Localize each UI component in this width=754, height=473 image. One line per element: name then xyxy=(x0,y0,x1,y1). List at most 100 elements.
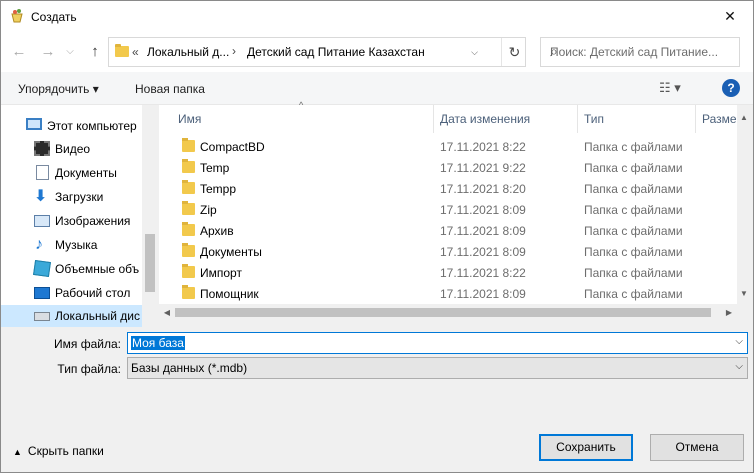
sidebar-item-downloads[interactable]: ⬇ Загрузки xyxy=(1,186,142,208)
view-options-button[interactable]: ☷ ▾ xyxy=(659,80,681,96)
file-row[interactable]: Импорт 17.11.2021 8:22 Папка с файлами xyxy=(159,262,737,283)
navigation-bar: ← → ⌵ ↑ « Локальный д... › Детский сад П… xyxy=(1,32,753,72)
scrollbar-corner xyxy=(737,304,753,321)
sidebar-item-label: Изображения xyxy=(55,214,131,228)
file-type: Папка с файлами xyxy=(584,266,683,280)
sidebar-item-this-pc[interactable]: Этот компьютер xyxy=(1,115,142,137)
cancel-button[interactable]: Отмена xyxy=(650,434,744,461)
sidebar-item-label: Музыка xyxy=(55,238,98,252)
address-bar[interactable]: « Локальный д... › Детский сад Питание К… xyxy=(108,37,526,67)
title-bar: Создать ✕ xyxy=(1,1,753,32)
chevron-up-icon: ▲ xyxy=(13,447,22,457)
forward-button[interactable]: → xyxy=(37,40,59,64)
sort-ascending-icon: ^ xyxy=(299,100,304,110)
file-date: 17.11.2021 8:20 xyxy=(440,182,526,196)
file-date: 17.11.2021 9:22 xyxy=(440,161,526,175)
column-header-type[interactable]: Тип xyxy=(578,105,696,133)
back-button[interactable]: ← xyxy=(8,40,30,64)
sidebar-item-label: Локальный дис xyxy=(55,309,140,323)
hide-folders-button[interactable]: ▲ Скрыть папки xyxy=(13,444,104,458)
file-type: Папка с файлами xyxy=(584,287,683,301)
folder-icon xyxy=(115,44,129,57)
file-row[interactable]: Помощник 17.11.2021 8:09 Папка с файлами xyxy=(159,283,737,304)
file-date: 17.11.2021 8:22 xyxy=(440,266,526,280)
file-date: 17.11.2021 8:09 xyxy=(440,224,526,238)
sidebar-item-label: Загрузки xyxy=(55,190,104,204)
file-type: Папка с файлами xyxy=(584,245,683,259)
sidebar-item-desktop[interactable]: Рабочий стол xyxy=(1,282,142,304)
organize-button[interactable]: Упорядочить ▾ xyxy=(18,82,99,96)
up-button[interactable]: ↑ xyxy=(84,40,106,64)
file-name: Tempp xyxy=(200,182,237,196)
file-row[interactable]: Архив 17.11.2021 8:09 Папка с файлами xyxy=(159,220,737,241)
scroll-down-icon[interactable]: ▼ xyxy=(740,289,748,298)
sidebar-scrollbar-thumb[interactable] xyxy=(145,234,155,292)
video-icon xyxy=(34,141,50,156)
sidebar-item-documents[interactable]: Документы xyxy=(1,162,142,184)
command-bar: Упорядочить ▾ Новая папка ☷ ▾ ? xyxy=(1,72,753,105)
sidebar-item-label: Документы xyxy=(55,166,117,180)
file-date: 17.11.2021 8:09 xyxy=(440,245,526,259)
file-type: Папка с файлами xyxy=(584,161,683,175)
desktop-icon xyxy=(34,287,50,299)
file-name: Помощник xyxy=(200,287,259,301)
file-row[interactable]: CompactBD 17.11.2021 8:22 Папка с файлами xyxy=(159,136,737,157)
refresh-button[interactable]: ↻ xyxy=(501,38,527,66)
computer-icon xyxy=(26,118,42,130)
sidebar-item-3d-objects[interactable]: Объемные объ xyxy=(1,258,142,280)
column-header-date[interactable]: Дата изменения xyxy=(434,105,578,133)
scroll-left-icon[interactable]: ◀ xyxy=(159,304,175,321)
sidebar-scrollbar[interactable] xyxy=(142,105,158,321)
filename-input[interactable]: Моя база ⌵ xyxy=(127,332,748,354)
help-icon[interactable]: ? xyxy=(722,79,740,97)
breadcrumb-separator: › xyxy=(232,44,236,58)
file-date: 17.11.2021 8:09 xyxy=(440,203,526,217)
filetype-label: Тип файла: xyxy=(57,362,121,376)
file-list-pane: Имя ^ Дата изменения Тип Разме CompactBD… xyxy=(159,100,753,321)
file-list-horizontal-scrollbar[interactable]: ◀ ▶ xyxy=(159,304,737,321)
folder-icon xyxy=(182,243,195,257)
chevron-down-icon[interactable]: ⌵ xyxy=(735,336,743,347)
folder-icon xyxy=(182,180,195,194)
breadcrumb-current-folder[interactable]: Детский сад Питание Казахстан xyxy=(247,45,425,59)
horizontal-scrollbar-thumb[interactable] xyxy=(175,308,711,317)
save-dialog: Создать ✕ ← → ⌵ ↑ « Локальный д... › Дет… xyxy=(0,0,754,473)
file-row[interactable]: Temp 17.11.2021 9:22 Папка с файлами xyxy=(159,157,737,178)
sidebar-item-music[interactable]: ♪ Музыка xyxy=(1,234,142,256)
file-row[interactable]: Zip 17.11.2021 8:09 Папка с файлами xyxy=(159,199,737,220)
music-icon: ♪ xyxy=(35,236,43,253)
sidebar-item-label: Рабочий стол xyxy=(55,286,131,300)
sidebar-item-local-disk[interactable]: Локальный дис xyxy=(1,305,142,327)
file-row[interactable]: Документы 17.11.2021 8:09 Папка с файлами xyxy=(159,241,737,262)
new-folder-button[interactable]: Новая папка xyxy=(135,82,205,96)
navigation-pane: Этот компьютер Видео Документы ⬇ Загрузк… xyxy=(1,105,158,327)
save-button[interactable]: Сохранить xyxy=(539,434,633,461)
file-type: Папка с файлами xyxy=(584,224,683,238)
file-row[interactable]: Tempp 17.11.2021 8:20 Папка с файлами xyxy=(159,178,737,199)
file-type: Папка с файлами xyxy=(584,182,683,196)
file-date: 17.11.2021 8:09 xyxy=(440,287,526,301)
sidebar-item-video[interactable]: Видео xyxy=(1,138,142,160)
breadcrumb-overflow[interactable]: « xyxy=(132,45,139,59)
3d-objects-icon xyxy=(33,259,51,278)
pictures-icon xyxy=(34,215,50,227)
app-icon xyxy=(11,9,23,23)
file-type: Папка с файлами xyxy=(584,140,683,154)
column-header-size[interactable]: Разме xyxy=(696,105,737,133)
address-dropdown-button[interactable]: ⌵ xyxy=(465,38,483,66)
file-name: Temp xyxy=(200,161,230,175)
close-button[interactable]: ✕ xyxy=(707,1,753,32)
file-name: Документы xyxy=(200,245,262,259)
hide-folders-label: Скрыть папки xyxy=(27,444,104,458)
scroll-right-icon[interactable]: ▶ xyxy=(721,304,737,321)
breadcrumb-local-disk[interactable]: Локальный д... xyxy=(147,45,229,59)
scroll-up-icon[interactable]: ▲ xyxy=(740,113,748,122)
filename-label: Имя файла: xyxy=(54,337,121,351)
file-name: Zip xyxy=(200,203,217,217)
filetype-select[interactable]: Базы данных (*.mdb) ⌵ xyxy=(127,357,748,379)
sidebar-item-label: Объемные объ xyxy=(55,262,140,276)
file-list-vertical-scrollbar[interactable]: ▲ ▼ xyxy=(737,105,753,321)
file-name: Архив xyxy=(200,224,234,238)
search-input[interactable]: Поиск: Детский сад Питание... ⌕ xyxy=(540,37,740,67)
sidebar-item-pictures[interactable]: Изображения xyxy=(1,210,142,232)
